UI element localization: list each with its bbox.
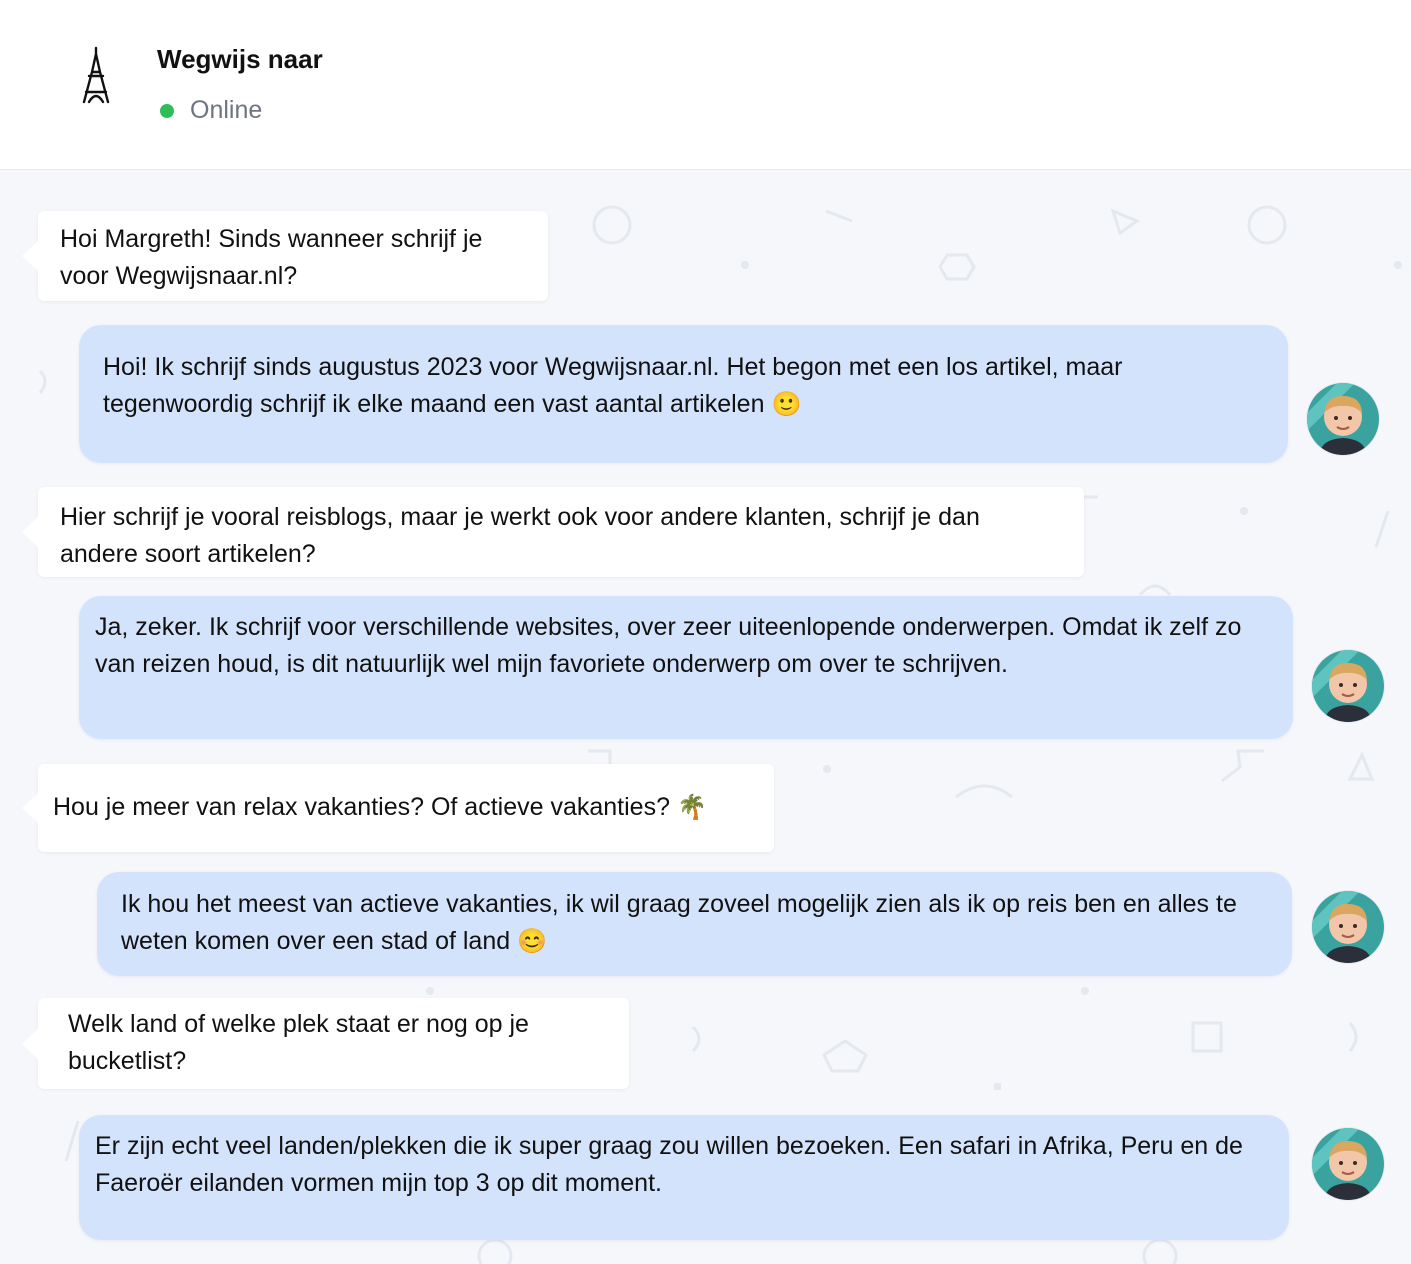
chat-header: Wegwijs naar Online <box>0 0 1411 170</box>
message-bubble-incoming: Welk land of welke plek staat er nog op … <box>22 998 629 1089</box>
eiffel-tower-icon <box>82 46 110 104</box>
avatar-portrait-icon <box>1312 891 1384 963</box>
user-avatar <box>1312 891 1384 963</box>
message-bubble-incoming: Hou je meer van relax vakanties? Of acti… <box>22 764 774 852</box>
avatar-portrait-icon <box>1312 1128 1384 1200</box>
user-avatar <box>1307 383 1379 455</box>
status-dot-icon <box>160 103 174 118</box>
message-text: Hoi! Ik schrijf sinds augustus 2023 voor… <box>103 353 1123 418</box>
message-text: Hoi Margreth! Sinds wanneer schrijf je v… <box>60 225 483 290</box>
message-bubble-outgoing: Ja, zeker. Ik schrijf voor verschillende… <box>79 596 1293 739</box>
message-text: Ik hou het meest van actieve vakanties, … <box>121 890 1237 955</box>
avatar-portrait-icon <box>1312 650 1384 722</box>
message-text: Hou je meer van relax vakanties? Of acti… <box>53 793 670 821</box>
message-text: Welk land of welke plek staat er nog op … <box>68 1010 529 1075</box>
message-bubble-incoming: Hoi Margreth! Sinds wanneer schrijf je v… <box>22 211 548 301</box>
message-bubble-incoming: Hier schrijf je vooral reisblogs, maar j… <box>22 487 1084 577</box>
message-bubble-outgoing: Hoi! Ik schrijf sinds augustus 2023 voor… <box>79 325 1288 463</box>
smile-emoji-icon: 🙂 <box>771 391 802 418</box>
message-text: Hier schrijf je vooral reisblogs, maar j… <box>60 503 980 568</box>
avatar-portrait-icon <box>1307 383 1379 455</box>
message-bubble-outgoing: Ik hou het meest van actieve vakanties, … <box>97 872 1292 976</box>
smiling-face-emoji-icon: 😊 <box>517 928 547 955</box>
palm-tree-emoji-icon: 🌴 <box>676 794 707 821</box>
user-avatar <box>1312 650 1384 722</box>
user-avatar <box>1312 1128 1384 1200</box>
message-bubble-outgoing: Er zijn echt veel landen/plekken die ik … <box>79 1115 1289 1240</box>
message-text: Er zijn echt veel landen/plekken die ik … <box>95 1132 1243 1197</box>
online-status: Online <box>160 96 262 125</box>
status-label: Online <box>190 96 263 124</box>
chat-title: Wegwijs naar <box>157 44 323 74</box>
message-text: Ja, zeker. Ik schrijf voor verschillende… <box>95 613 1242 678</box>
